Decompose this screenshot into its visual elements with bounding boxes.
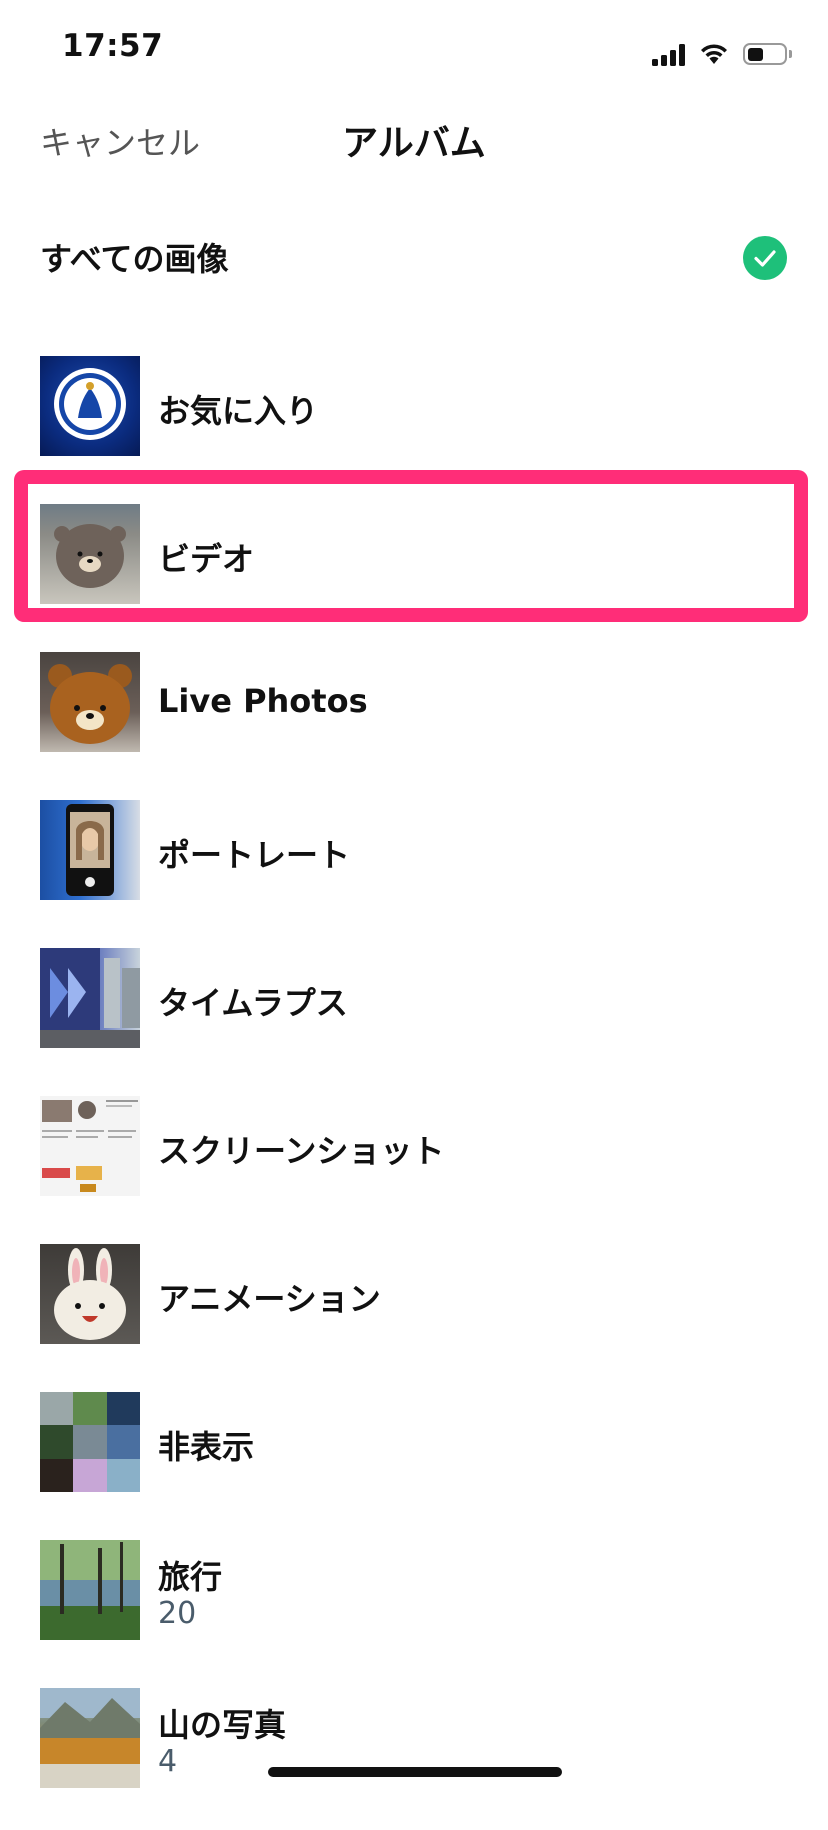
album-count: 20 (158, 1596, 197, 1631)
album-name: 山の写真 (158, 1706, 287, 1744)
album-row-timelapse[interactable]: タイムラプス (0, 942, 828, 1090)
album-thumbnail (40, 1392, 140, 1492)
album-thumbnail (40, 356, 140, 456)
album-count: 4 (158, 1744, 178, 1779)
checkmark-icon (743, 236, 787, 280)
album-row-travel[interactable]: 旅行 20 (0, 1534, 828, 1682)
battery-icon (743, 42, 792, 66)
album-name: お気に入り (158, 392, 319, 430)
album-name: スクリーンショット (158, 1132, 445, 1170)
album-thumbnail (40, 1540, 140, 1640)
album-thumbnail (40, 1096, 140, 1196)
album-row-mountain-photos[interactable]: 山の写真 4 (0, 1682, 828, 1830)
album-row-live-photos[interactable]: Live Photos (0, 646, 828, 794)
album-name: Live Photos (158, 682, 368, 720)
album-row-videos[interactable]: ビデオ (0, 498, 828, 646)
all-images-label: すべての画像 (40, 240, 229, 278)
album-name: ビデオ (158, 540, 255, 578)
album-thumbnail (40, 504, 140, 604)
album-row-hidden[interactable]: 非表示 (0, 1386, 828, 1534)
album-row-portrait[interactable]: ポートレート (0, 794, 828, 942)
page-title: アルバム (342, 123, 486, 164)
cellular-signal-icon (652, 44, 685, 66)
status-time: 17:57 (62, 28, 164, 64)
album-thumbnail (40, 652, 140, 752)
album-name: アニメーション (158, 1280, 381, 1318)
album-thumbnail (40, 1244, 140, 1344)
album-thumbnail (40, 1688, 140, 1788)
home-indicator (268, 1767, 562, 1777)
album-row-screenshots[interactable]: スクリーンショット (0, 1090, 828, 1238)
album-thumbnail (40, 800, 140, 900)
status-icons (652, 36, 792, 66)
album-row-favorites[interactable]: お気に入り (0, 350, 828, 498)
album-thumbnail (40, 948, 140, 1048)
all-images-row[interactable]: すべての画像 (0, 212, 828, 302)
album-name: ポートレート (158, 836, 351, 874)
album-name: タイムラプス (158, 984, 348, 1022)
album-name: 旅行 (158, 1558, 223, 1596)
wifi-icon (699, 42, 729, 66)
album-name: 非表示 (158, 1428, 255, 1466)
status-bar: 17:57 (0, 0, 828, 96)
album-list: お気に入り ビデオ Live Photos ポートレート タイムラプス スクリー… (0, 350, 828, 1830)
album-row-animation[interactable]: アニメーション (0, 1238, 828, 1386)
